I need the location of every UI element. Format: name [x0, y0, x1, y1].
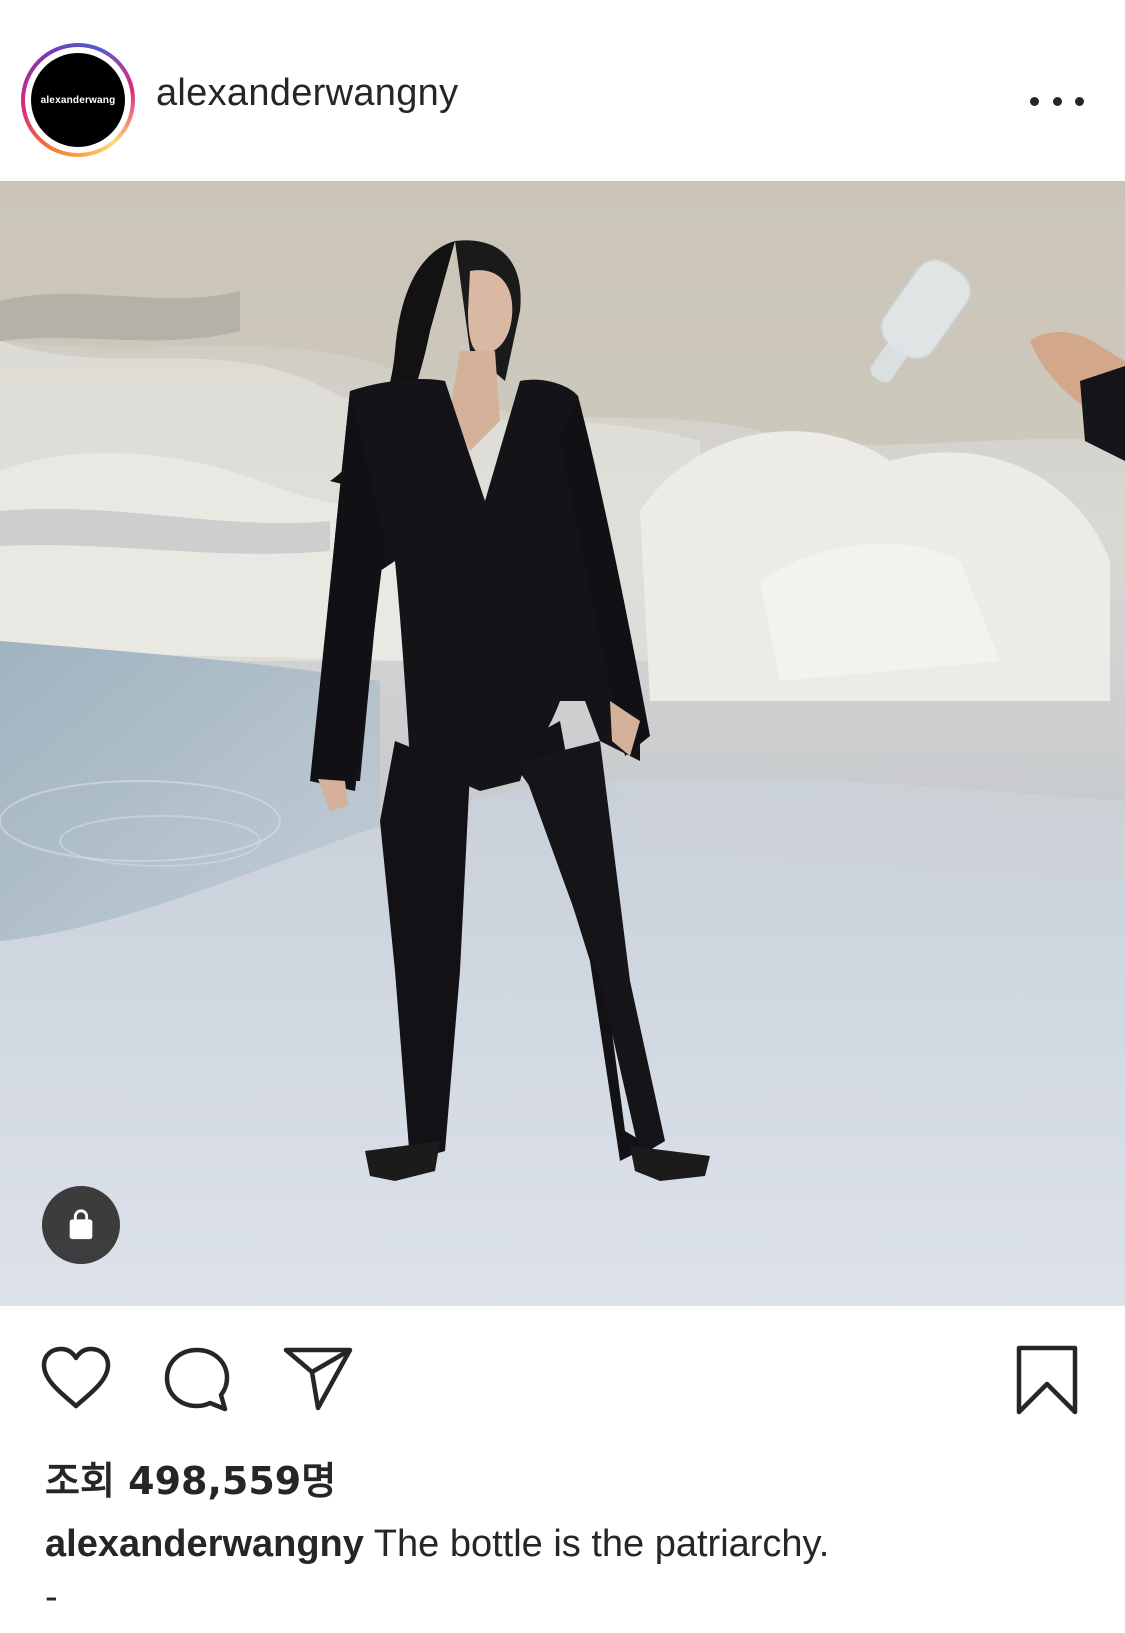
comment-icon [164, 1347, 230, 1412]
post-header: alexanderwang alexanderwangny [0, 0, 1125, 181]
story-ring[interactable]: alexanderwang [21, 43, 135, 157]
more-horizontal-icon [1030, 96, 1039, 106]
post-username[interactable]: alexanderwangny [156, 72, 458, 115]
post-action-bar [0, 1306, 1125, 1446]
caption-username[interactable]: alexanderwangny [45, 1523, 364, 1565]
like-button[interactable] [40, 1346, 112, 1415]
post-media[interactable] [0, 181, 1125, 1306]
caption-trailing-text: - [45, 1576, 58, 1618]
view-count[interactable]: 조회 498,559명 [45, 1450, 336, 1505]
post-photo [0, 181, 1125, 1306]
save-button[interactable] [1015, 1344, 1079, 1421]
avatar[interactable]: alexanderwang [31, 53, 125, 147]
bookmark-icon [1016, 1345, 1078, 1415]
share-button[interactable] [282, 1346, 354, 1417]
avatar-logo-text: alexanderwang [40, 94, 116, 106]
send-icon [283, 1347, 353, 1411]
shopping-tag-button[interactable] [42, 1186, 120, 1264]
comment-button[interactable] [163, 1346, 231, 1419]
shopping-bag-icon [69, 1209, 93, 1240]
post-caption: alexanderwangny The bottle is the patria… [45, 1518, 1085, 1570]
caption-text: The bottle is the patriarchy. [373, 1523, 830, 1565]
more-options-button[interactable] [1030, 86, 1084, 116]
heart-icon [41, 1346, 111, 1409]
